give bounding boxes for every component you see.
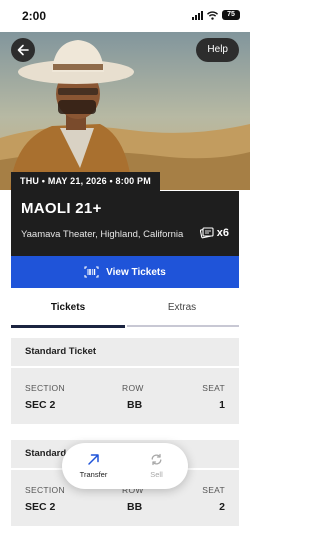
signal-icon bbox=[192, 10, 203, 20]
event-info-panel: MAOLI 21+ Yaamava Theater, Highland, Cal… bbox=[11, 191, 239, 256]
sell-label: Sell bbox=[150, 470, 163, 479]
seat-label: SEAT bbox=[202, 485, 225, 495]
ticket-actions: Transfer Sell bbox=[62, 443, 188, 489]
event-date-time: THU • MAY 21, 2026 • 8:00 PM bbox=[11, 172, 160, 191]
section-label: SECTION bbox=[25, 485, 65, 495]
seat-value: 2 bbox=[219, 501, 225, 513]
event-title: MAOLI 21+ bbox=[21, 200, 102, 217]
view-tickets-label: View Tickets bbox=[106, 266, 166, 278]
arrow-left-icon bbox=[17, 44, 29, 56]
seat-value: 1 bbox=[219, 399, 225, 411]
status-bar: 2:00 75 bbox=[0, 0, 250, 32]
tab-extras[interactable]: Extras bbox=[125, 296, 239, 328]
ticket-card[interactable]: Standard Ticket SECTION ROW SEAT SEC 2 B… bbox=[11, 338, 239, 424]
row-label: ROW bbox=[122, 383, 144, 393]
help-button[interactable]: Help bbox=[196, 38, 239, 62]
status-time: 2:00 bbox=[22, 9, 47, 23]
ticket-count-value: x6 bbox=[216, 226, 229, 239]
section-label: SECTION bbox=[25, 383, 65, 393]
transfer-label: Transfer bbox=[79, 470, 108, 479]
ticket-count: x6 bbox=[199, 226, 229, 239]
refresh-icon bbox=[151, 453, 162, 466]
back-button[interactable] bbox=[11, 38, 35, 62]
barcode-icon bbox=[84, 266, 99, 278]
ticket-type: Standard Ticket bbox=[25, 346, 97, 357]
sell-button[interactable]: Sell bbox=[125, 443, 188, 489]
transfer-button[interactable]: Transfer bbox=[62, 443, 125, 489]
view-tickets-button[interactable]: View Tickets bbox=[11, 256, 239, 288]
seat-label: SEAT bbox=[202, 383, 225, 393]
ticket-details: SECTION ROW SEAT SEC 2 BB 1 bbox=[11, 368, 239, 424]
wifi-icon bbox=[207, 10, 218, 20]
event-venue: Yaamava Theater, Highland, California bbox=[21, 229, 184, 240]
row-value: BB bbox=[127, 501, 143, 513]
row-value: BB bbox=[127, 399, 143, 411]
tickets-icon bbox=[199, 227, 214, 239]
battery-indicator: 75 bbox=[222, 10, 240, 20]
section-value: SEC 2 bbox=[25, 399, 56, 411]
ticket-tabs: Tickets Extras bbox=[11, 296, 239, 328]
status-icons: 75 bbox=[192, 10, 240, 20]
tab-tickets[interactable]: Tickets bbox=[11, 296, 125, 328]
arrow-up-right-icon bbox=[88, 454, 99, 465]
section-value: SEC 2 bbox=[25, 501, 56, 513]
